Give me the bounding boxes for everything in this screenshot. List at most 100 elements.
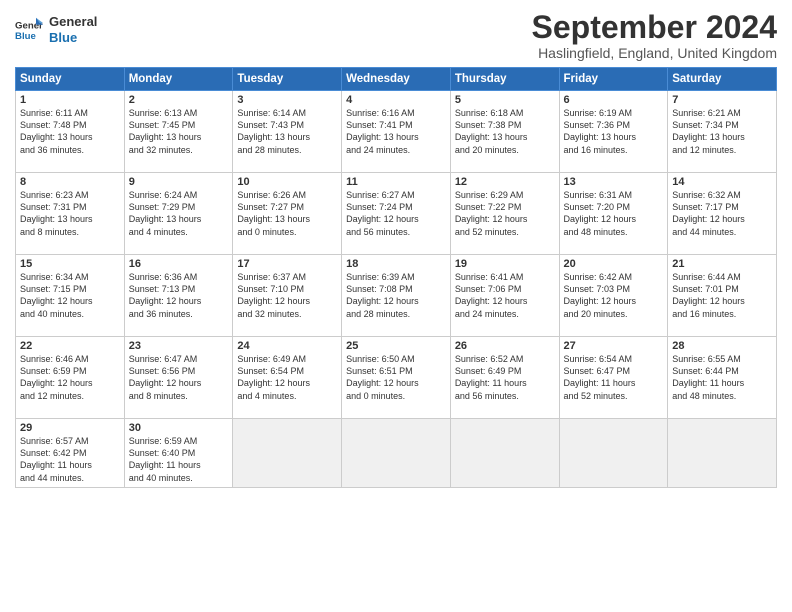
day-number: 9: [129, 176, 229, 188]
table-row: 8Sunrise: 6:23 AM Sunset: 7:31 PM Daylig…: [16, 173, 125, 255]
table-row: 30Sunrise: 6:59 AM Sunset: 6:40 PM Dayli…: [124, 419, 233, 488]
day-info: Sunrise: 6:31 AM Sunset: 7:20 PM Dayligh…: [564, 189, 664, 238]
day-number: 5: [455, 94, 555, 106]
day-info: Sunrise: 6:46 AM Sunset: 6:59 PM Dayligh…: [20, 353, 120, 402]
day-number: 6: [564, 94, 664, 106]
day-number: 4: [346, 94, 446, 106]
day-number: 11: [346, 176, 446, 188]
day-number: 8: [20, 176, 120, 188]
table-row: 29Sunrise: 6:57 AM Sunset: 6:42 PM Dayli…: [16, 419, 125, 488]
table-row: 14Sunrise: 6:32 AM Sunset: 7:17 PM Dayli…: [668, 173, 777, 255]
day-number: 7: [672, 94, 772, 106]
title-block: September 2024 Haslingfield, England, Un…: [532, 10, 777, 61]
table-row: [559, 419, 668, 488]
day-info: Sunrise: 6:21 AM Sunset: 7:34 PM Dayligh…: [672, 107, 772, 156]
table-row: 5Sunrise: 6:18 AM Sunset: 7:38 PM Daylig…: [450, 91, 559, 173]
day-info: Sunrise: 6:47 AM Sunset: 6:56 PM Dayligh…: [129, 353, 229, 402]
day-info: Sunrise: 6:57 AM Sunset: 6:42 PM Dayligh…: [20, 435, 120, 484]
day-number: 27: [564, 340, 664, 352]
table-row: [668, 419, 777, 488]
location: Haslingfield, England, United Kingdom: [532, 45, 777, 61]
day-info: Sunrise: 6:11 AM Sunset: 7:48 PM Dayligh…: [20, 107, 120, 156]
table-row: 27Sunrise: 6:54 AM Sunset: 6:47 PM Dayli…: [559, 337, 668, 419]
day-info: Sunrise: 6:52 AM Sunset: 6:49 PM Dayligh…: [455, 353, 555, 402]
day-info: Sunrise: 6:24 AM Sunset: 7:29 PM Dayligh…: [129, 189, 229, 238]
day-number: 17: [237, 258, 337, 270]
table-row: 21Sunrise: 6:44 AM Sunset: 7:01 PM Dayli…: [668, 255, 777, 337]
col-thursday: Thursday: [450, 68, 559, 91]
day-info: Sunrise: 6:16 AM Sunset: 7:41 PM Dayligh…: [346, 107, 446, 156]
table-row: 6Sunrise: 6:19 AM Sunset: 7:36 PM Daylig…: [559, 91, 668, 173]
table-row: 16Sunrise: 6:36 AM Sunset: 7:13 PM Dayli…: [124, 255, 233, 337]
day-info: Sunrise: 6:32 AM Sunset: 7:17 PM Dayligh…: [672, 189, 772, 238]
table-row: [450, 419, 559, 488]
day-number: 2: [129, 94, 229, 106]
day-number: 19: [455, 258, 555, 270]
day-number: 25: [346, 340, 446, 352]
day-info: Sunrise: 6:41 AM Sunset: 7:06 PM Dayligh…: [455, 271, 555, 320]
table-row: 9Sunrise: 6:24 AM Sunset: 7:29 PM Daylig…: [124, 173, 233, 255]
day-info: Sunrise: 6:34 AM Sunset: 7:15 PM Dayligh…: [20, 271, 120, 320]
month-title: September 2024: [532, 10, 777, 45]
day-info: Sunrise: 6:27 AM Sunset: 7:24 PM Dayligh…: [346, 189, 446, 238]
day-number: 16: [129, 258, 229, 270]
day-number: 22: [20, 340, 120, 352]
table-row: 25Sunrise: 6:50 AM Sunset: 6:51 PM Dayli…: [342, 337, 451, 419]
table-row: 1Sunrise: 6:11 AM Sunset: 7:48 PM Daylig…: [16, 91, 125, 173]
day-number: 20: [564, 258, 664, 270]
day-number: 10: [237, 176, 337, 188]
table-row: 19Sunrise: 6:41 AM Sunset: 7:06 PM Dayli…: [450, 255, 559, 337]
day-info: Sunrise: 6:19 AM Sunset: 7:36 PM Dayligh…: [564, 107, 664, 156]
day-number: 1: [20, 94, 120, 106]
logo: General Blue General Blue: [15, 14, 97, 45]
day-info: Sunrise: 6:36 AM Sunset: 7:13 PM Dayligh…: [129, 271, 229, 320]
logo-line1: General: [49, 14, 97, 30]
day-info: Sunrise: 6:18 AM Sunset: 7:38 PM Dayligh…: [455, 107, 555, 156]
table-row: 23Sunrise: 6:47 AM Sunset: 6:56 PM Dayli…: [124, 337, 233, 419]
table-row: 13Sunrise: 6:31 AM Sunset: 7:20 PM Dayli…: [559, 173, 668, 255]
day-info: Sunrise: 6:49 AM Sunset: 6:54 PM Dayligh…: [237, 353, 337, 402]
col-tuesday: Tuesday: [233, 68, 342, 91]
day-number: 12: [455, 176, 555, 188]
table-row: 28Sunrise: 6:55 AM Sunset: 6:44 PM Dayli…: [668, 337, 777, 419]
day-info: Sunrise: 6:55 AM Sunset: 6:44 PM Dayligh…: [672, 353, 772, 402]
day-number: 23: [129, 340, 229, 352]
day-number: 3: [237, 94, 337, 106]
page: General Blue General Blue September 2024…: [0, 0, 792, 612]
day-number: 24: [237, 340, 337, 352]
header: General Blue General Blue September 2024…: [15, 10, 777, 61]
col-monday: Monday: [124, 68, 233, 91]
table-row: 20Sunrise: 6:42 AM Sunset: 7:03 PM Dayli…: [559, 255, 668, 337]
table-row: 2Sunrise: 6:13 AM Sunset: 7:45 PM Daylig…: [124, 91, 233, 173]
day-number: 28: [672, 340, 772, 352]
table-row: 11Sunrise: 6:27 AM Sunset: 7:24 PM Dayli…: [342, 173, 451, 255]
day-info: Sunrise: 6:29 AM Sunset: 7:22 PM Dayligh…: [455, 189, 555, 238]
day-number: 14: [672, 176, 772, 188]
logo-icon: General Blue: [15, 16, 43, 44]
calendar-header-row: Sunday Monday Tuesday Wednesday Thursday…: [16, 68, 777, 91]
table-row: 18Sunrise: 6:39 AM Sunset: 7:08 PM Dayli…: [342, 255, 451, 337]
day-number: 26: [455, 340, 555, 352]
day-info: Sunrise: 6:54 AM Sunset: 6:47 PM Dayligh…: [564, 353, 664, 402]
table-row: 12Sunrise: 6:29 AM Sunset: 7:22 PM Dayli…: [450, 173, 559, 255]
day-info: Sunrise: 6:26 AM Sunset: 7:27 PM Dayligh…: [237, 189, 337, 238]
col-saturday: Saturday: [668, 68, 777, 91]
table-row: 4Sunrise: 6:16 AM Sunset: 7:41 PM Daylig…: [342, 91, 451, 173]
table-row: 10Sunrise: 6:26 AM Sunset: 7:27 PM Dayli…: [233, 173, 342, 255]
table-row: 17Sunrise: 6:37 AM Sunset: 7:10 PM Dayli…: [233, 255, 342, 337]
table-row: [233, 419, 342, 488]
day-info: Sunrise: 6:23 AM Sunset: 7:31 PM Dayligh…: [20, 189, 120, 238]
col-friday: Friday: [559, 68, 668, 91]
svg-text:Blue: Blue: [15, 30, 36, 41]
day-number: 15: [20, 258, 120, 270]
day-number: 18: [346, 258, 446, 270]
day-number: 13: [564, 176, 664, 188]
day-info: Sunrise: 6:37 AM Sunset: 7:10 PM Dayligh…: [237, 271, 337, 320]
day-number: 29: [20, 422, 120, 434]
table-row: 7Sunrise: 6:21 AM Sunset: 7:34 PM Daylig…: [668, 91, 777, 173]
day-info: Sunrise: 6:59 AM Sunset: 6:40 PM Dayligh…: [129, 435, 229, 484]
day-info: Sunrise: 6:39 AM Sunset: 7:08 PM Dayligh…: [346, 271, 446, 320]
logo-line2: Blue: [49, 30, 97, 46]
table-row: 26Sunrise: 6:52 AM Sunset: 6:49 PM Dayli…: [450, 337, 559, 419]
table-row: 22Sunrise: 6:46 AM Sunset: 6:59 PM Dayli…: [16, 337, 125, 419]
